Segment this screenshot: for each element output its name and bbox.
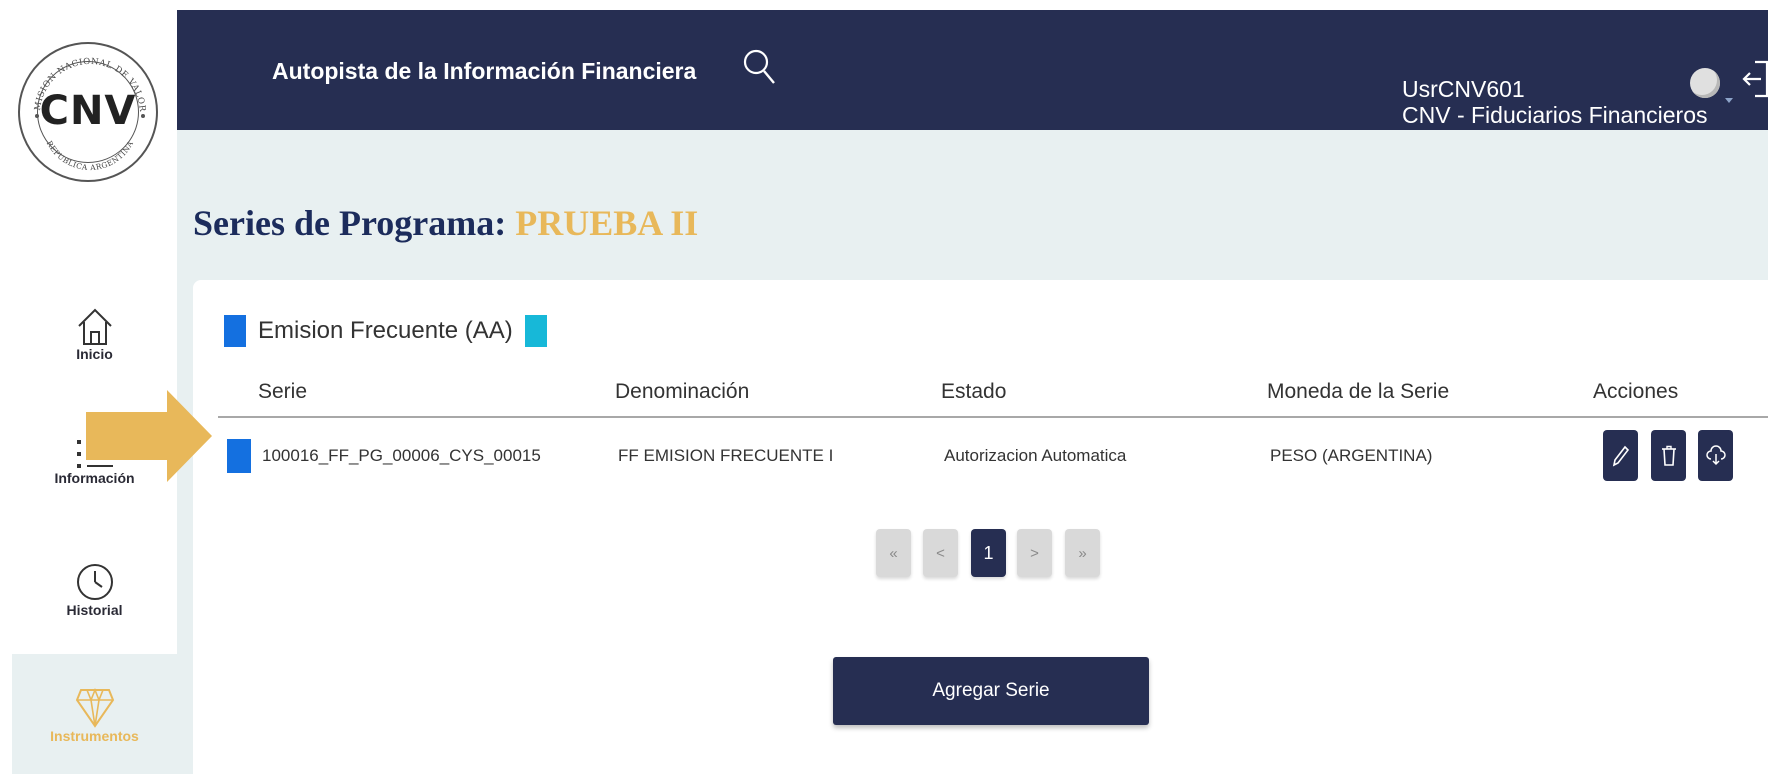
cell-serie: 100016_FF_PG_00006_CYS_00015 [262,446,541,465]
column-header-acciones: Acciones [1593,380,1679,403]
sidebar-item-historial[interactable]: Historial [12,558,177,618]
edit-icon [1612,445,1629,466]
pagination-prev[interactable]: < [923,529,958,577]
page-title-prefix: Series de Programa: [193,203,507,243]
cell-moneda: PESO (ARGENTINA) [1270,446,1433,465]
clock-icon [76,564,113,600]
blue-square-icon [224,315,246,347]
sidebar: COMISION NACIONAL DE VALORES REPUBLICA A… [0,0,177,774]
pagination-first[interactable]: « [876,529,911,577]
pagination-next[interactable]: > [1017,529,1052,577]
column-header-estado: Estado [941,380,1007,403]
cell-denominacion: FF EMISION FRECUENTE I [618,446,834,465]
user-role: CNV - Fiduciarios Financieros [1402,102,1708,128]
section-header: Emision Frecuente (AA) [224,315,547,347]
trash-icon [1661,445,1676,466]
column-header-serie: Serie [258,380,308,403]
column-header-denominacion: Denominación [615,380,750,403]
cnv-logo: COMISION NACIONAL DE VALORES REPUBLICA A… [18,42,158,182]
sidebar-item-label: Historial [66,602,123,618]
add-serie-button[interactable]: Agregar Serie [833,657,1149,725]
pagination-last[interactable]: » [1065,529,1100,577]
row-status-square [227,439,251,473]
pagination-page-1[interactable]: 1 [971,529,1006,577]
logout-button[interactable] [1741,58,1768,104]
column-header-moneda: Moneda de la Serie [1267,380,1450,403]
cell-estado: Autorizacion Automatica [944,446,1127,465]
annotation-arrow-icon [86,390,212,482]
logo-text: CNV [39,88,137,134]
logout-icon [1742,60,1768,98]
chevron-down-icon[interactable] [1725,98,1733,103]
top-header: Autopista de la Información Financiera U… [177,10,1768,130]
diamond-icon [75,687,114,728]
cloud-download-icon [1705,444,1726,465]
avatar[interactable] [1690,68,1720,98]
user-info: UsrCNV601 CNV - Fiduciarios Financieros [1402,76,1707,128]
sidebar-item-label: Inicio [76,346,113,362]
page-title: Series de Programa: PRUEBA II [193,202,698,244]
search-icon [743,49,775,84]
sidebar-item-inicio[interactable]: Inicio [12,304,177,362]
delete-button[interactable] [1651,430,1686,481]
table-header-divider [218,416,1768,418]
cyan-square-icon [524,315,547,347]
section-label: Emision Frecuente (AA) [258,317,513,344]
app-title: Autopista de la Información Financiera [272,58,697,84]
sidebar-item-label: Instrumentos [50,728,139,744]
search-button[interactable] [742,48,778,92]
user-name: UsrCNV601 [1402,76,1525,102]
sidebar-item-instrumentos[interactable]: Instrumentos [12,654,177,774]
program-name: PRUEBA II [515,203,699,243]
home-icon [77,308,112,345]
edit-button[interactable] [1603,430,1638,481]
download-button[interactable] [1698,430,1733,481]
